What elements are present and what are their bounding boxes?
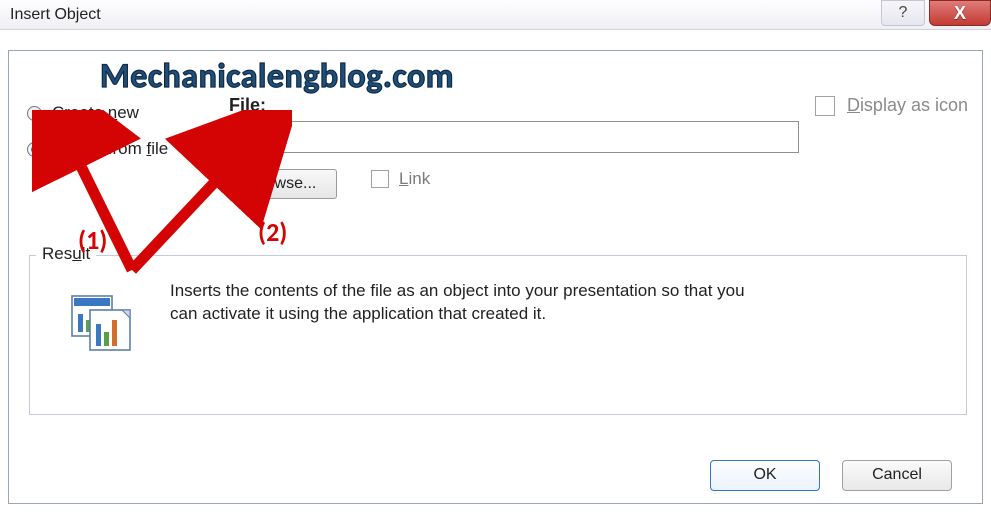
radio-icon bbox=[27, 142, 42, 157]
form-body: Create new Create from file File: Browse… bbox=[9, 51, 982, 503]
chart-document-icon bbox=[70, 294, 132, 352]
file-label: File: bbox=[229, 95, 266, 116]
window-title: Insert Object bbox=[10, 6, 101, 24]
titlebar-buttons: ? X bbox=[881, 0, 991, 30]
file-path-input[interactable] bbox=[229, 121, 799, 153]
annotation-2: (2) bbox=[258, 216, 287, 248]
checkbox-icon bbox=[815, 96, 835, 116]
radio-icon bbox=[27, 106, 42, 121]
watermark-text: Mechanicalengblog.com bbox=[100, 56, 454, 97]
source-radio-group: Create new Create from file bbox=[27, 103, 168, 175]
help-button[interactable]: ? bbox=[881, 0, 925, 26]
titlebar: Insert Object ? X bbox=[0, 0, 991, 30]
display-as-icon-row[interactable]: Display as icon bbox=[815, 95, 968, 116]
close-icon: X bbox=[954, 3, 966, 24]
annotation-1: (1) bbox=[78, 224, 107, 256]
display-as-icon-label: Display as icon bbox=[847, 95, 968, 116]
ok-button[interactable]: OK bbox=[710, 460, 820, 491]
link-label: Link bbox=[399, 169, 430, 189]
close-button[interactable]: X bbox=[929, 0, 991, 26]
checkbox-icon bbox=[371, 170, 389, 188]
cancel-button[interactable]: Cancel bbox=[842, 460, 952, 491]
result-description: Inserts the contents of the file as an o… bbox=[170, 280, 750, 326]
radio-create-from-file[interactable]: Create from file bbox=[27, 139, 168, 159]
browse-button[interactable]: Browse... bbox=[229, 169, 337, 199]
radio-create-new[interactable]: Create new bbox=[27, 103, 168, 123]
dialog-frame: Create new Create from file File: Browse… bbox=[8, 50, 983, 504]
radio-label: Create from file bbox=[52, 139, 168, 159]
result-fieldset: Result Inserts the contents of the file … bbox=[29, 255, 967, 415]
help-icon: ? bbox=[899, 4, 908, 22]
link-checkbox-row[interactable]: Link bbox=[371, 169, 430, 189]
radio-label: Create new bbox=[52, 103, 139, 123]
